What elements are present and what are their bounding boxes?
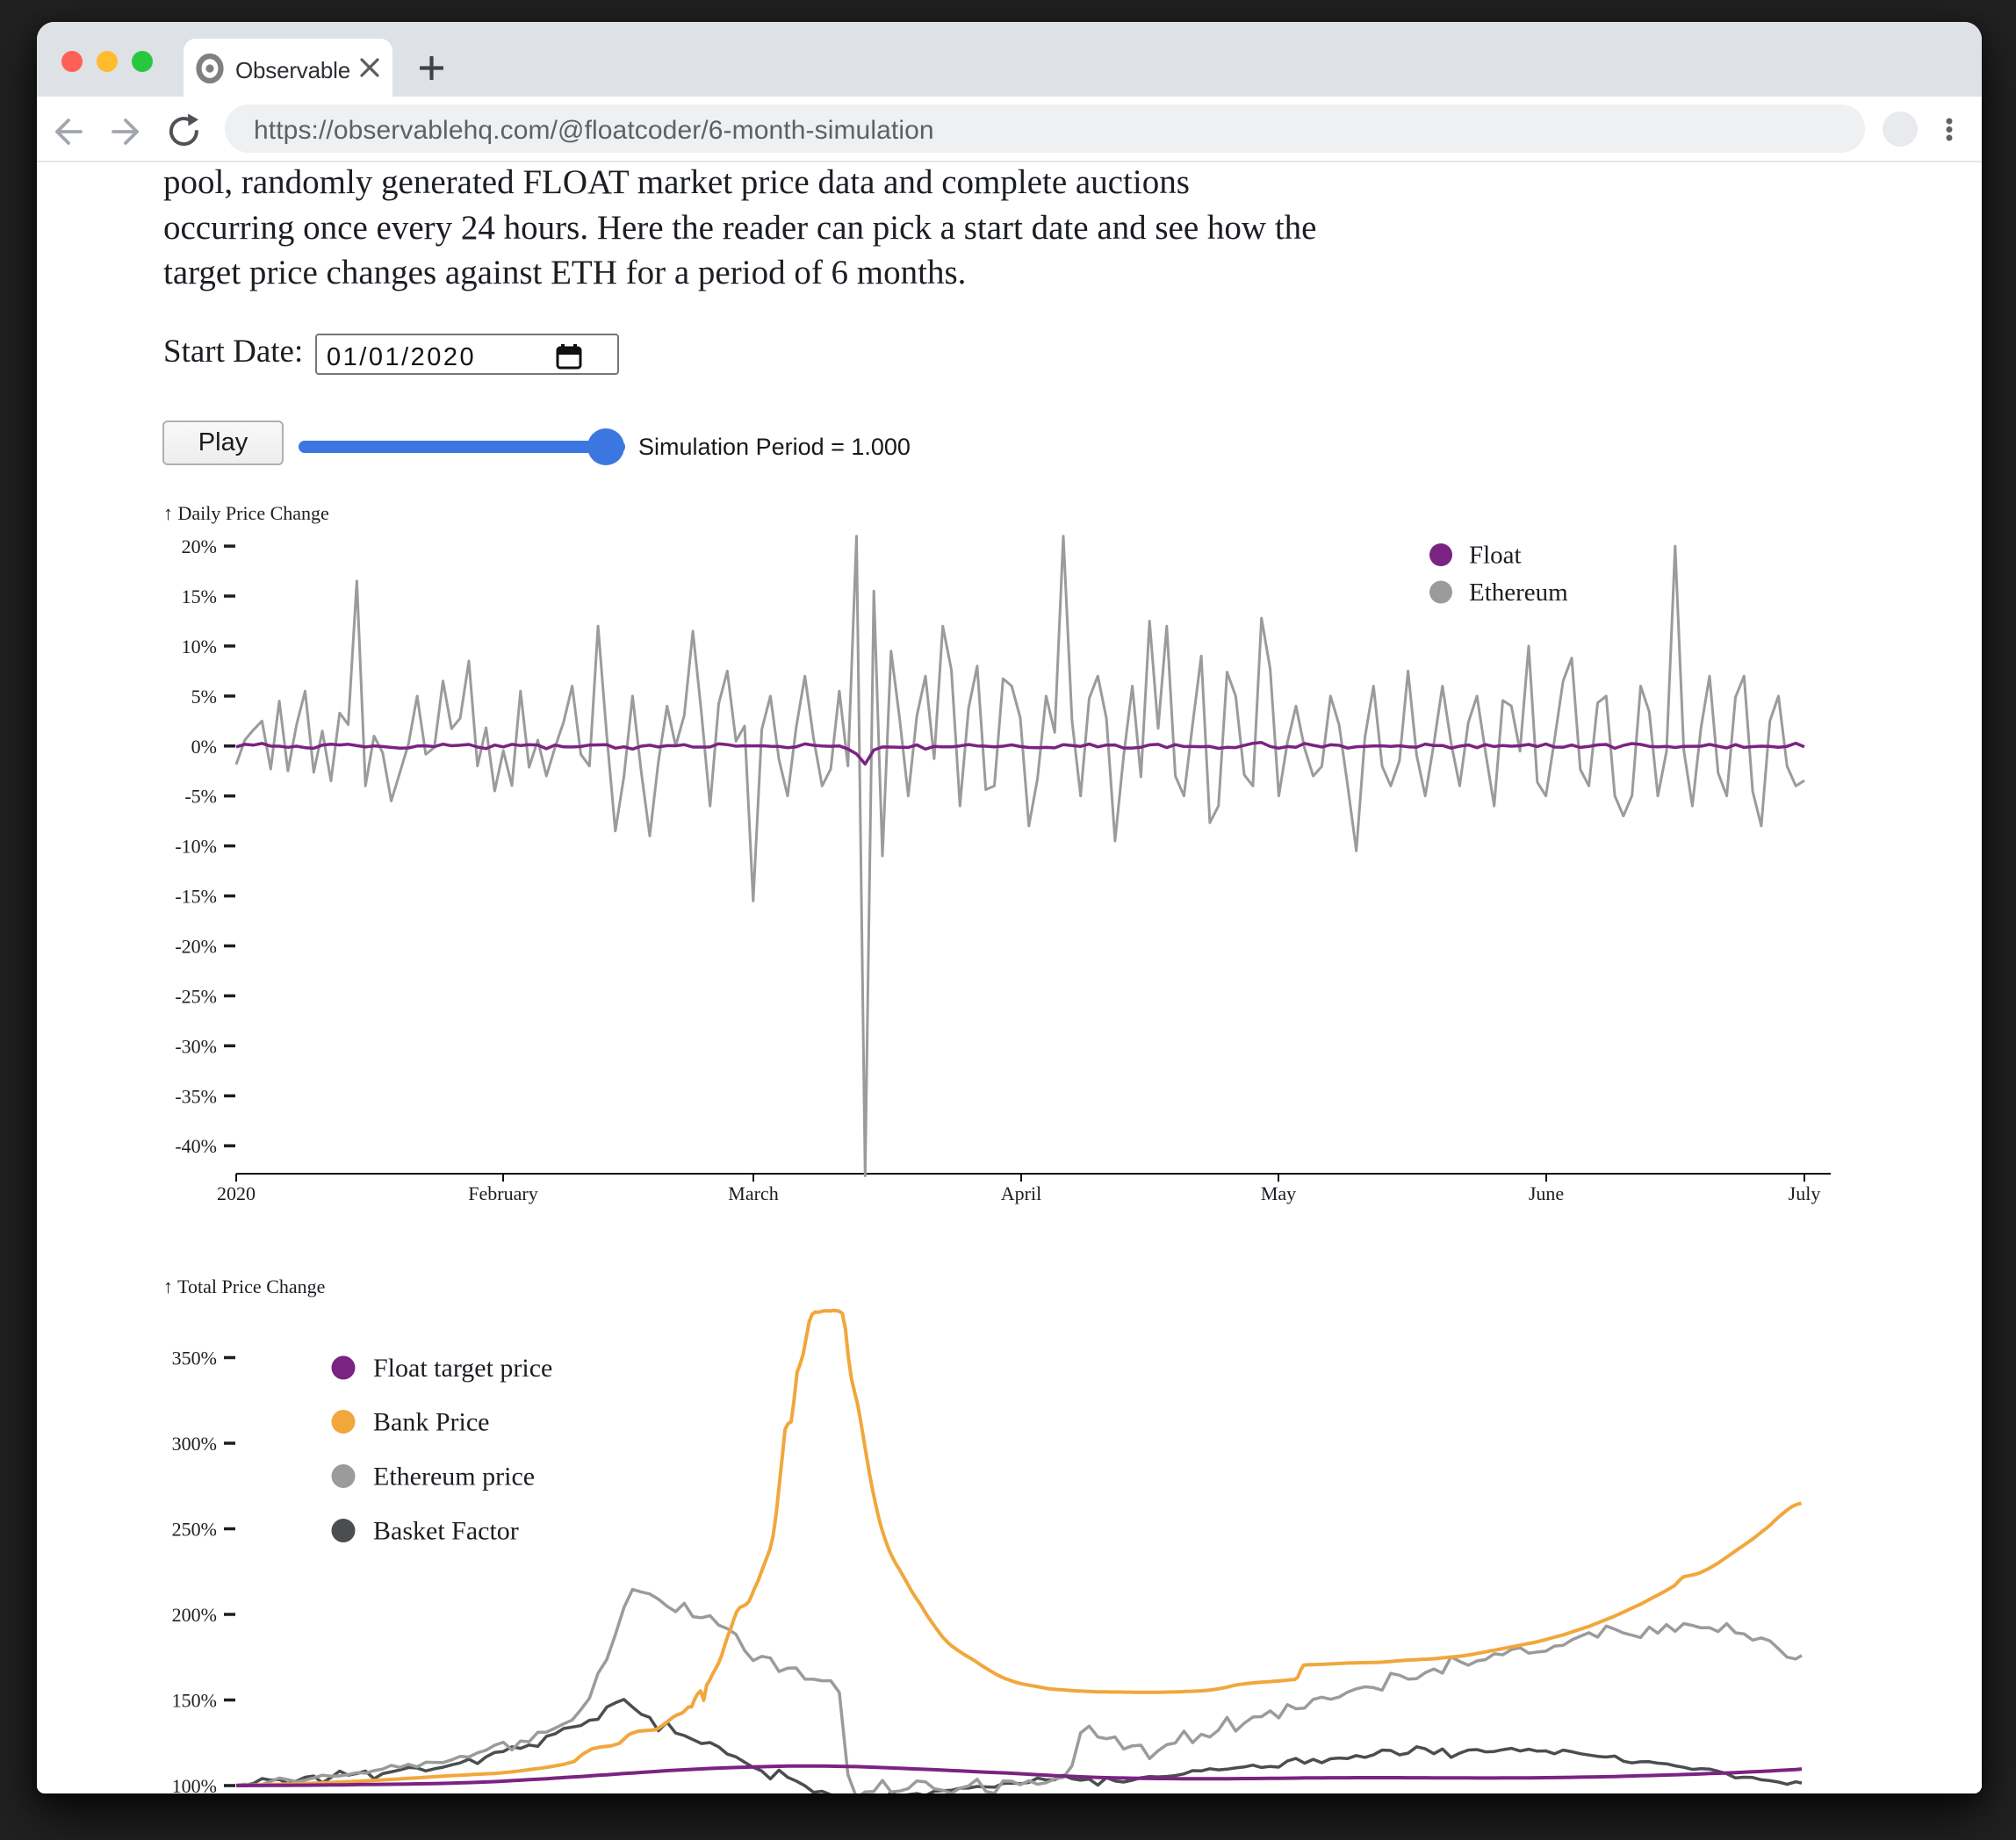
svg-text:150%: 150%	[172, 1690, 217, 1712]
svg-text:0%: 0%	[191, 736, 217, 758]
svg-text:Basket Factor: Basket Factor	[373, 1517, 519, 1546]
svg-text:-25%: -25%	[175, 985, 217, 1007]
svg-text:Bank Price: Bank Price	[373, 1408, 489, 1437]
svg-text:200%: 200%	[172, 1604, 217, 1626]
svg-text:Float target price: Float target price	[373, 1354, 552, 1383]
svg-text:Ethereum price: Ethereum price	[373, 1463, 535, 1491]
svg-text:March: March	[728, 1182, 778, 1204]
svg-text:10%: 10%	[182, 636, 217, 658]
svg-text:20%: 20%	[182, 535, 217, 557]
svg-text:-30%: -30%	[175, 1035, 217, 1057]
svg-text:Ethereum: Ethereum	[1469, 579, 1568, 607]
svg-text:↑ Daily Price Change: ↑ Daily Price Change	[163, 502, 329, 524]
svg-text:100%: 100%	[172, 1775, 217, 1793]
svg-text:-15%: -15%	[175, 886, 217, 908]
svg-text:↑ Total Price Change: ↑ Total Price Change	[163, 1276, 325, 1297]
svg-text:May: May	[1261, 1182, 1296, 1204]
svg-text:5%: 5%	[191, 686, 217, 708]
svg-text:15%: 15%	[182, 586, 217, 607]
svg-text:-20%: -20%	[175, 936, 217, 958]
svg-text:-40%: -40%	[175, 1135, 217, 1157]
svg-text:250%: 250%	[172, 1519, 217, 1541]
svg-text:-5%: -5%	[184, 786, 217, 808]
svg-text:Float: Float	[1469, 542, 1522, 570]
svg-text:2020: 2020	[217, 1182, 256, 1204]
svg-text:300%: 300%	[172, 1433, 217, 1455]
svg-text:350%: 350%	[172, 1348, 217, 1369]
svg-text:February: February	[468, 1182, 537, 1204]
svg-text:July: July	[1789, 1182, 1821, 1204]
svg-text:June: June	[1529, 1182, 1564, 1204]
svg-text:-35%: -35%	[175, 1085, 217, 1107]
svg-text:April: April	[1001, 1182, 1041, 1204]
svg-text:-10%: -10%	[175, 836, 217, 858]
